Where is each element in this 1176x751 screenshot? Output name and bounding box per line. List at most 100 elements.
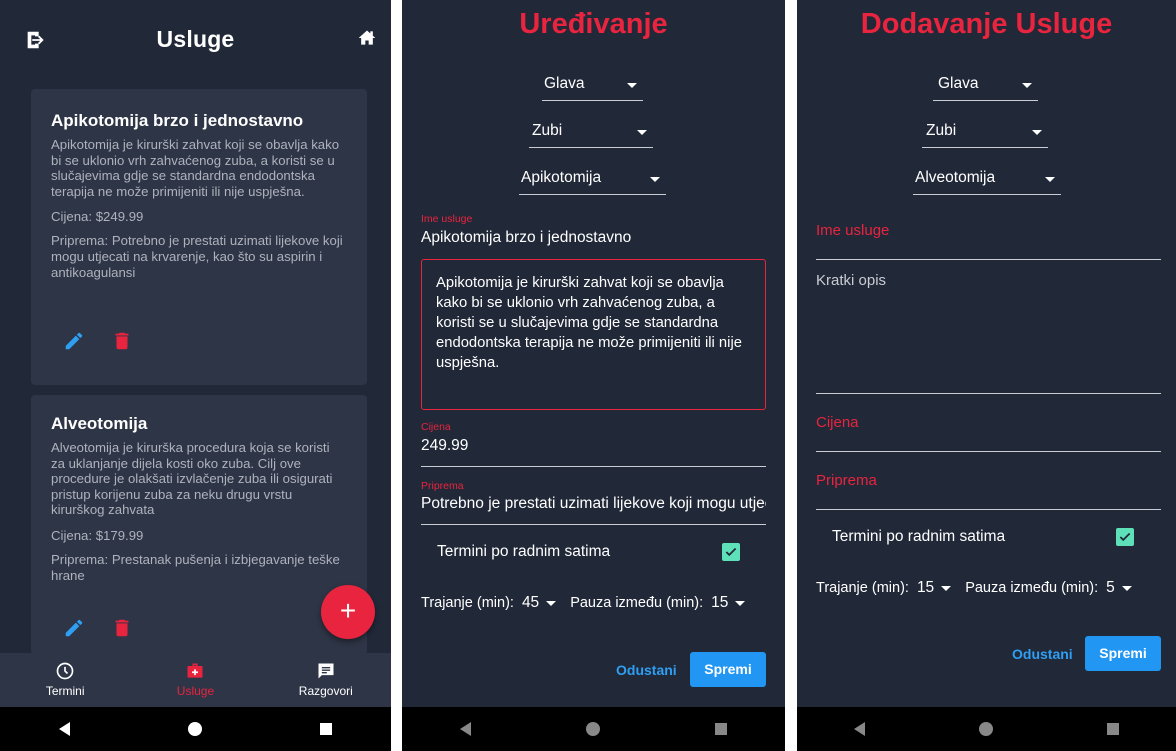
system-nav-bar — [797, 707, 1176, 751]
chevron-down-icon — [637, 130, 647, 135]
add-service-screen: Dodavanje Usluge Glava Zubi Alveotomija … — [797, 0, 1176, 751]
tab-label: Razgovori — [298, 684, 353, 698]
home-circle-icon[interactable] — [188, 722, 202, 736]
edit-icon[interactable] — [63, 330, 85, 352]
chevron-down-icon — [627, 83, 637, 88]
tab-usluge[interactable]: Usluge — [140, 653, 250, 707]
service-description: Apikotomija je kirurški zahvat koji se o… — [51, 137, 340, 199]
chat-icon — [318, 663, 334, 679]
dropdown-value: Alveotomija — [915, 169, 996, 186]
prep-input[interactable]: Priprema — [816, 472, 877, 489]
dropdown-value: Glava — [544, 75, 585, 92]
divider — [816, 509, 1161, 510]
working-hours-checkbox[interactable] — [722, 543, 740, 561]
description-textarea[interactable]: Apikotomija je kirurški zahvat koji se o… — [421, 259, 766, 410]
subcategory-dropdown[interactable]: Zubi — [922, 118, 1048, 148]
home-icon[interactable] — [357, 28, 377, 48]
back-icon[interactable] — [854, 722, 865, 736]
service-description: Alveotomija je kirurška procedura koja s… — [51, 440, 333, 518]
pause-label: Pauza između (min): — [570, 595, 704, 611]
service-card[interactable]: Apikotomija brzo i jednostavno Apikotomi… — [31, 89, 367, 385]
system-nav-bar — [0, 707, 391, 751]
card-actions — [63, 330, 133, 352]
back-icon[interactable] — [59, 722, 70, 736]
procedure-dropdown[interactable]: Alveotomija — [913, 165, 1061, 195]
duration-row: Trajanje (min): 45 Pauza između (min): 1… — [421, 594, 759, 612]
delete-icon[interactable] — [111, 617, 133, 639]
service-card[interactable]: Alveotomija Alveotomija je kirurška proc… — [31, 395, 367, 655]
service-title: Alveotomija — [51, 414, 148, 433]
dropdown-value: Zubi — [926, 122, 957, 139]
divider — [421, 524, 766, 525]
system-nav-bar — [402, 707, 785, 751]
name-input[interactable]: Ime usluge — [816, 222, 889, 239]
price-input[interactable]: Cijena — [816, 414, 859, 431]
divider — [816, 259, 1161, 260]
page-title: Usluge — [156, 26, 235, 52]
pause-select[interactable]: 15 — [711, 594, 728, 612]
service-price: Cijena: $249.99 — [51, 209, 144, 225]
chevron-down-icon — [1022, 83, 1032, 88]
chevron-down-icon[interactable] — [546, 600, 557, 606]
home-circle-icon[interactable] — [585, 722, 600, 736]
working-hours-checkbox[interactable] — [1116, 528, 1134, 546]
working-hours-label: Termini po radnim satima — [832, 528, 1006, 545]
category-dropdown[interactable]: Glava — [542, 71, 643, 101]
name-label: Ime usluge — [421, 213, 473, 225]
cancel-button[interactable]: Odustani — [1012, 646, 1073, 662]
delete-icon[interactable] — [111, 330, 133, 352]
pause-label: Pauza između (min): — [965, 580, 1099, 596]
working-hours-label: Termini po radnim satima — [437, 543, 611, 560]
recents-icon[interactable] — [1107, 723, 1119, 735]
save-button[interactable]: Spremi — [1085, 636, 1161, 671]
tab-label: Termini — [45, 684, 85, 698]
chevron-down-icon[interactable] — [941, 585, 952, 591]
duration-row: Trajanje (min): 15 Pauza između (min): 5 — [816, 579, 1146, 597]
chevron-down-icon[interactable] — [735, 600, 746, 606]
save-button[interactable]: Spremi — [690, 652, 766, 687]
name-input[interactable]: Apikotomija brzo i jednostavno — [421, 229, 766, 247]
services-list-screen: Usluge Apikotomija brzo i jednostavno Ap… — [0, 0, 391, 751]
price-input[interactable]: 249.99 — [421, 437, 766, 455]
duration-select[interactable]: 15 — [917, 579, 934, 597]
dropdown-value: Zubi — [532, 122, 563, 139]
service-prep: Priprema: Potrebno je prestati uzimati l… — [51, 233, 343, 280]
description-input[interactable]: Kratki opis — [816, 272, 886, 289]
tab-razgovori[interactable]: Razgovori — [271, 653, 381, 707]
back-icon[interactable] — [459, 722, 471, 736]
chevron-down-icon — [1045, 177, 1055, 182]
procedure-dropdown[interactable]: Apikotomija — [519, 165, 666, 195]
page-title: Uređivanje — [519, 8, 668, 40]
dropdown-value: Apikotomija — [521, 169, 602, 186]
tab-termini[interactable]: Termini — [10, 653, 120, 707]
service-title: Apikotomija brzo i jednostavno — [51, 111, 304, 130]
clock-icon — [56, 662, 74, 680]
cancel-button[interactable]: Odustani — [616, 662, 677, 678]
home-circle-icon[interactable] — [979, 722, 993, 736]
service-prep: Priprema: Prestanak pušenja i izbjegavan… — [51, 551, 340, 583]
bottom-navigation: Termini Usluge Razgovori — [0, 653, 391, 707]
check-icon — [1119, 532, 1131, 542]
price-label: Cijena — [421, 421, 451, 433]
pause-select[interactable]: 5 — [1106, 579, 1115, 597]
app-bar: Usluge — [0, 0, 391, 78]
recents-icon[interactable] — [715, 723, 728, 735]
divider — [816, 451, 1161, 452]
duration-label: Trajanje (min): — [421, 595, 514, 611]
recents-icon[interactable] — [320, 723, 332, 735]
prep-label: Priprema — [421, 480, 464, 492]
dropdown-value: Glava — [938, 75, 979, 92]
service-price: Cijena: $179.99 — [51, 527, 144, 543]
add-service-button[interactable]: + — [321, 585, 375, 639]
subcategory-dropdown[interactable]: Zubi — [529, 118, 653, 148]
divider — [816, 393, 1161, 394]
chevron-down-icon[interactable] — [1121, 585, 1132, 591]
edit-icon[interactable] — [63, 617, 85, 639]
tab-label: Usluge — [176, 684, 215, 698]
duration-select[interactable]: 45 — [522, 594, 539, 612]
divider — [421, 466, 766, 467]
card-actions — [63, 617, 133, 639]
check-icon — [725, 547, 737, 557]
category-dropdown[interactable]: Glava — [933, 71, 1038, 101]
prep-input[interactable]: Potrebno je prestati uzimati lijekove ko… — [421, 495, 766, 513]
